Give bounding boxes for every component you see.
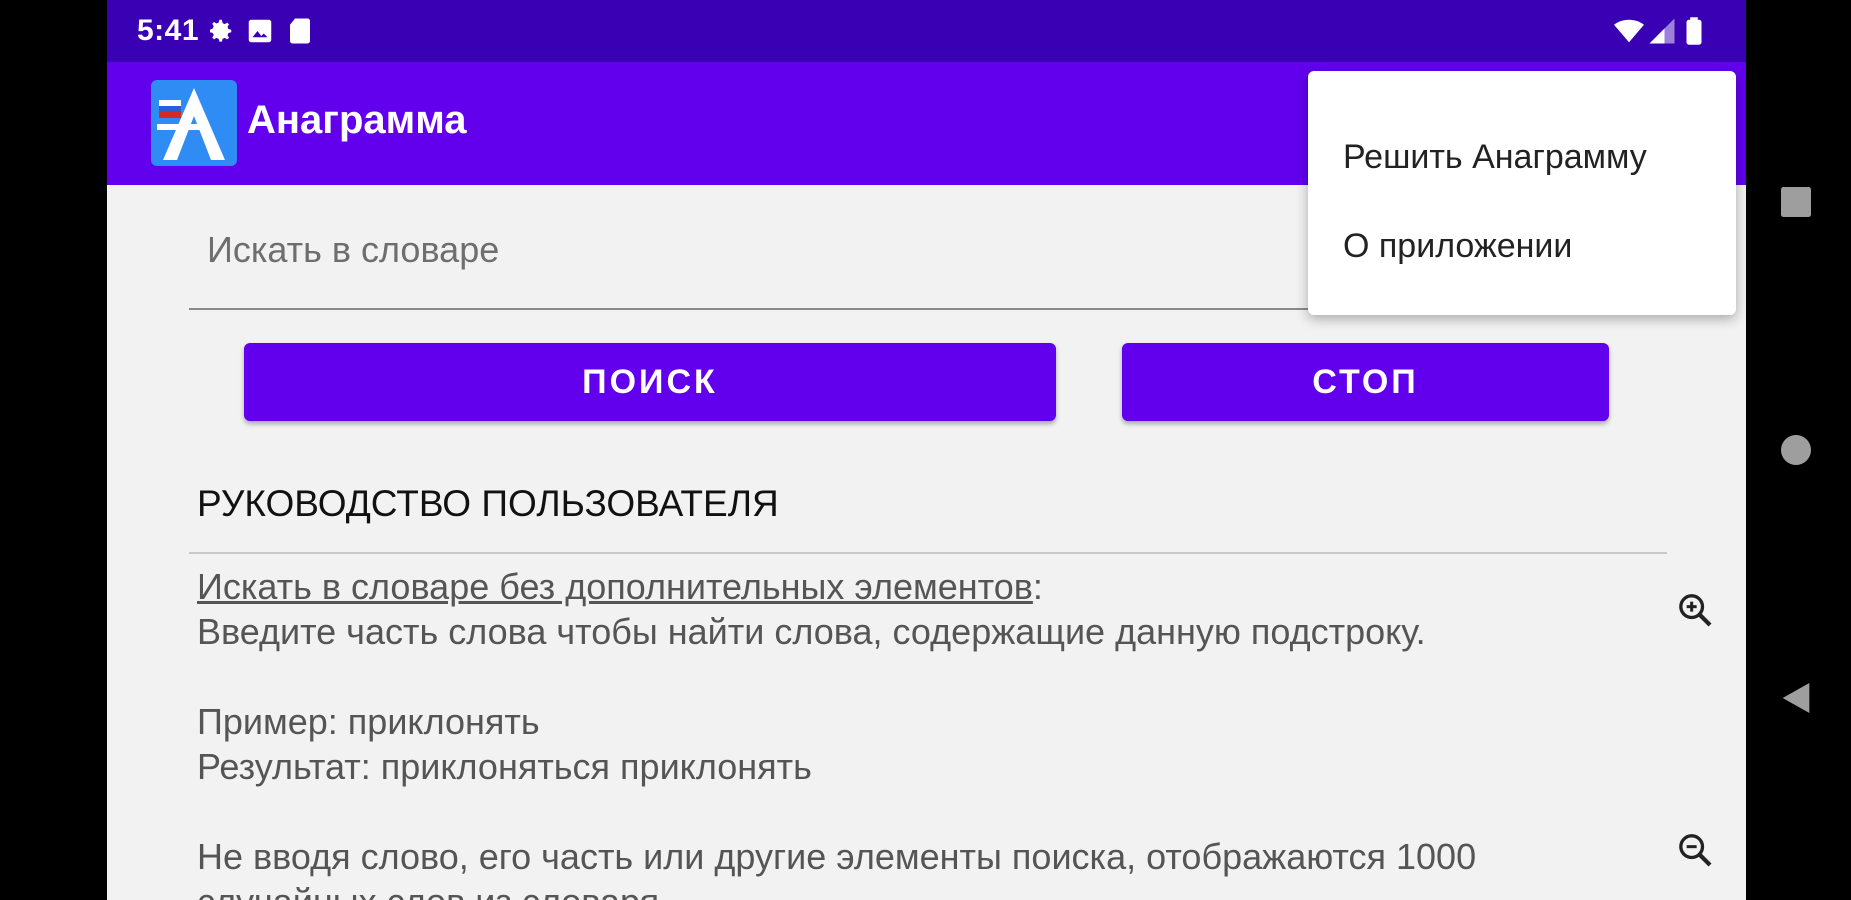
back-triangle-icon[interactable] (1776, 678, 1816, 718)
navigation-bar (1746, 0, 1851, 900)
search-button[interactable]: ПОИСК (244, 343, 1056, 421)
zoom-out-icon[interactable] (1675, 830, 1715, 870)
search-input[interactable] (207, 220, 1307, 280)
phone-screen: 5:41 Анаграмма Искать в словаре ПОИСК СТ… (107, 0, 1746, 900)
search-field (189, 190, 1319, 310)
wifi-icon (1614, 19, 1644, 43)
gear-icon (210, 19, 232, 42)
guide-line-1: Введите часть слова чтобы найти слова, с… (197, 611, 1426, 652)
app-title: Анаграмма (247, 98, 467, 142)
anagram-logo-icon (151, 80, 237, 166)
status-time: 5:41 (137, 14, 200, 47)
home-circle-icon[interactable] (1776, 430, 1816, 470)
signal-icon (1649, 18, 1675, 44)
recents-square-icon[interactable] (1776, 182, 1816, 222)
guide-result: Результат: приклоняться приклонять (197, 746, 812, 787)
guide-heading-line: Искать в словаре без дополнительных элем… (197, 564, 1577, 609)
status-bar: 5:41 (107, 0, 1746, 62)
guide-line-partial: Не вводя слово, его часть или другие эле… (197, 836, 1477, 877)
guide-heading-suffix: : (1032, 566, 1043, 607)
guide-title: РУКОВОДСТВО ПОЛЬЗОВАТЕЛЯ (197, 483, 779, 524)
guide-body: Искать в словаре без дополнительных элем… (197, 564, 1577, 900)
stop-button[interactable]: СТОП (1122, 343, 1609, 421)
battery-icon (1686, 17, 1702, 45)
guide-line-partial-cut: случайных слов из словаря (197, 879, 1577, 900)
divider (189, 552, 1667, 554)
sd-card-icon (290, 18, 310, 44)
image-icon (248, 19, 272, 43)
guide-example: Пример: приклонять (197, 701, 540, 742)
overflow-menu: Решить Анаграмму О приложении (1308, 71, 1736, 315)
guide-heading: Искать в словаре без дополнительных элем… (197, 566, 1033, 607)
zoom-in-icon[interactable] (1675, 590, 1715, 630)
menu-item-about[interactable]: О приложении (1308, 194, 1736, 298)
